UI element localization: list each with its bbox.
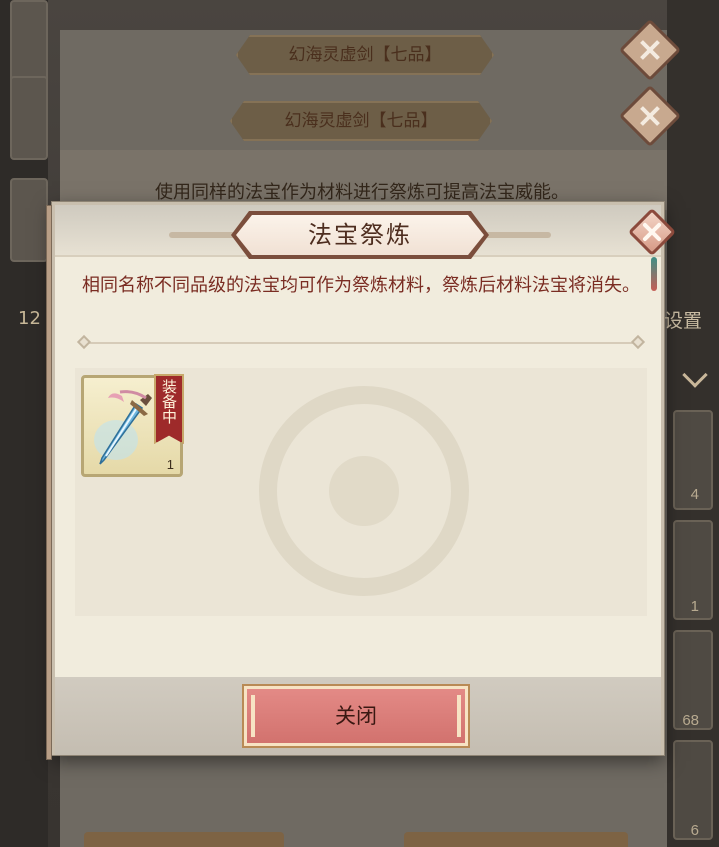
refine-dialog: 法宝祭炼 相同名称不同品级的法宝均可作为祭炼材料，祭炼后材料法宝将消失。 装 备… — [46, 202, 677, 760]
background-number: 12 — [18, 308, 41, 329]
equipped-badge: 装 备 中 — [154, 374, 184, 444]
background-slot — [10, 178, 48, 262]
title-ornament — [169, 232, 239, 238]
background-count: 1 — [690, 598, 699, 615]
tassel-ornament — [651, 257, 657, 291]
divider — [76, 334, 646, 350]
background-slot — [10, 76, 48, 160]
background-count: 4 — [690, 486, 699, 503]
background-count: 68 — [682, 712, 699, 729]
close-button[interactable]: 关闭 — [244, 686, 468, 746]
divider-gem — [630, 334, 646, 350]
equipped-badge-char: 装 — [160, 379, 178, 394]
background-item-title: 幻海灵虚剑【七品】 — [236, 35, 494, 75]
dialog-title: 法宝祭炼 — [236, 215, 484, 255]
material-item-slot[interactable]: 装 备 中 1 — [81, 374, 184, 477]
equipped-badge-char: 备 — [160, 394, 178, 409]
background-left-column — [0, 0, 48, 847]
background-button — [84, 832, 284, 847]
background-slot — [10, 0, 48, 84]
background-hint-text: 使用同样的法宝作为材料进行祭炼可提高法宝威能。 — [155, 182, 569, 203]
equipped-badge-char: 中 — [160, 409, 178, 424]
sword-icon — [94, 390, 152, 465]
close-icon[interactable] — [627, 207, 677, 257]
divider-gem — [76, 334, 92, 350]
item-count: 1 — [166, 457, 174, 472]
background-button — [404, 832, 628, 847]
title-ornament — [481, 232, 551, 238]
yin-yang-watermark — [259, 386, 469, 596]
dialog-scroll-rail — [46, 205, 52, 760]
background-item-title: 幻海灵虚剑【七品】 — [230, 101, 492, 141]
background-settings-label: 设置 — [664, 310, 703, 332]
background-count: 6 — [690, 822, 699, 839]
dialog-description: 相同名称不同品级的法宝均可作为祭炼材料，祭炼后材料法宝将消失。 — [82, 275, 640, 296]
dialog-title-plate: 法宝祭炼 — [169, 211, 551, 259]
